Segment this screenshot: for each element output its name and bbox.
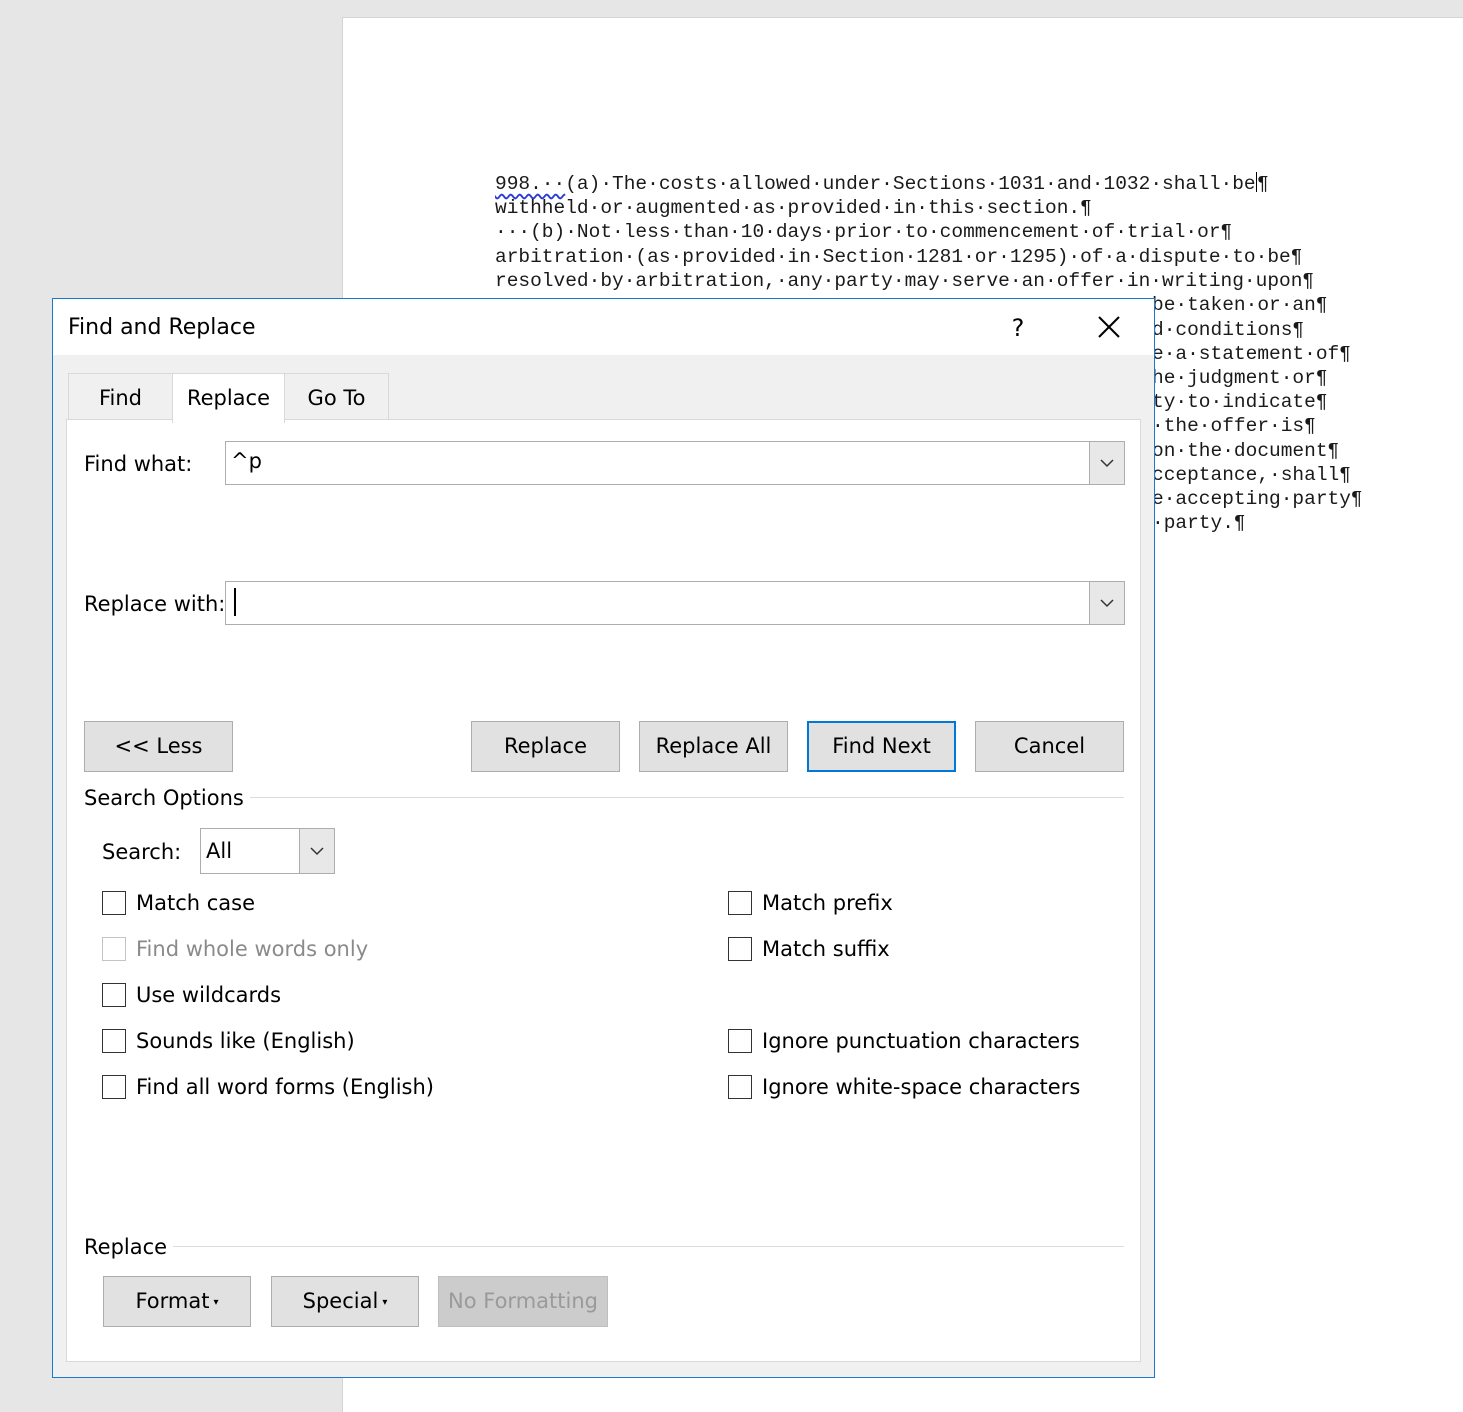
find-what-combobox[interactable]: ^p (225, 441, 1125, 485)
find-replace-dialog: Find and Replace ? Find Replace Go To Fi… (52, 298, 1155, 1378)
replace-with-label: Replace with: (84, 592, 226, 616)
ignore-whitespace-option[interactable]: Ignore white-space characters (728, 1072, 1080, 1102)
close-button[interactable] (1091, 309, 1127, 345)
doc-line-9[interactable]: he·judgment·or¶ (1152, 366, 1328, 390)
doc-line-1-squiggle: 998.·· (495, 173, 566, 195)
dialog-titlebar[interactable]: Find and Replace ? (53, 299, 1154, 355)
find-what-label: Find what: (84, 452, 193, 476)
doc-line-1[interactable]: 998.··(a)·The·costs·allowed·under·Sectio… (495, 172, 1269, 196)
chevron-down-icon (310, 847, 324, 856)
doc-line-1-tail: ¶ (1257, 173, 1269, 195)
chevron-down-icon (1100, 459, 1114, 468)
ignore-whitespace-checkbox[interactable] (728, 1075, 752, 1099)
sounds-like-label: Sounds like (English) (136, 1029, 355, 1053)
search-direction-value: All (206, 839, 233, 863)
wildcards-option[interactable]: Use wildcards (102, 980, 281, 1010)
no-formatting-button: No Formatting (438, 1276, 608, 1327)
special-button-label: Special (302, 1289, 379, 1313)
find-what-dropdown-button[interactable] (1089, 442, 1124, 484)
whole-words-option: Find whole words only (102, 934, 368, 964)
replace-section-divider (84, 1246, 1124, 1247)
format-button-label: Format (135, 1289, 210, 1313)
sounds-like-checkbox[interactable] (102, 1029, 126, 1053)
replace-panel: Find what: ^p Replace with: << Less Repl… (66, 419, 1141, 1362)
close-icon (1098, 316, 1120, 338)
replace-with-combobox[interactable] (225, 581, 1125, 625)
input-caret (234, 588, 236, 616)
doc-line-1-text: (a)·The·costs·allowed·under·Sections·103… (565, 173, 1256, 195)
doc-line-5[interactable]: resolved·by·arbitration,·any·party·may·s… (495, 269, 1314, 293)
replace-all-button[interactable]: Replace All (639, 721, 788, 772)
doc-line-8[interactable]: e·a·statement·of¶ (1152, 342, 1351, 366)
sounds-like-option[interactable]: Sounds like (English) (102, 1026, 355, 1056)
replace-section-label: Replace (84, 1235, 174, 1259)
doc-line-2[interactable]: withheld·or·augmented·as·provided·in·thi… (495, 196, 1092, 220)
ignore-punctuation-option[interactable]: Ignore punctuation characters (728, 1026, 1080, 1056)
wildcards-checkbox[interactable] (102, 983, 126, 1007)
find-what-value: ^p (231, 449, 262, 473)
chevron-down-icon (1100, 599, 1114, 608)
doc-line-7[interactable]: d·conditions¶ (1152, 318, 1304, 342)
find-next-button[interactable]: Find Next (807, 721, 956, 772)
wildcards-label: Use wildcards (136, 983, 282, 1007)
doc-line-15[interactable]: ·party.¶ (1152, 511, 1246, 535)
replace-with-dropdown-button[interactable] (1089, 582, 1124, 624)
match-prefix-option[interactable]: Match prefix (728, 888, 893, 918)
replace-button[interactable]: Replace (471, 721, 620, 772)
match-suffix-option[interactable]: Match suffix (728, 934, 890, 964)
doc-line-6[interactable]: be·taken·or·an¶ (1152, 293, 1328, 317)
whole-words-checkbox (102, 937, 126, 961)
word-forms-label: Find all word forms (English) (136, 1075, 434, 1099)
doc-line-13[interactable]: cceptance,·shall¶ (1152, 463, 1351, 487)
word-forms-checkbox[interactable] (102, 1075, 126, 1099)
match-case-label: Match case (136, 891, 256, 915)
doc-line-10[interactable]: ty·to·indicate¶ (1152, 390, 1328, 414)
doc-line-12[interactable]: on·the·document¶ (1152, 439, 1339, 463)
doc-line-4[interactable]: arbitration·(as·provided·in·Section·1281… (495, 245, 1302, 269)
dropdown-triangle-icon: ▾ (213, 1297, 219, 1308)
cancel-button[interactable]: Cancel (975, 721, 1124, 772)
whole-words-label: Find whole words only (136, 937, 369, 961)
format-button[interactable]: Format ▾ (103, 1276, 251, 1327)
match-case-option[interactable]: Match case (102, 888, 255, 918)
match-suffix-checkbox[interactable] (728, 937, 752, 961)
special-button[interactable]: Special ▾ (271, 1276, 419, 1327)
match-prefix-label: Match prefix (762, 891, 893, 915)
search-options-label: Search Options (84, 786, 250, 810)
search-label: Search: (102, 840, 182, 864)
doc-line-14[interactable]: e·accepting·party¶ (1152, 487, 1363, 511)
ignore-whitespace-label: Ignore white-space characters (762, 1075, 1081, 1099)
match-suffix-label: Match suffix (762, 937, 890, 961)
dropdown-triangle-icon: ▾ (382, 1297, 388, 1308)
match-case-checkbox[interactable] (102, 891, 126, 915)
doc-line-11[interactable]: ·the·offer·is¶ (1152, 414, 1316, 438)
tab-goto[interactable]: Go To (284, 373, 389, 421)
doc-line-3[interactable]: ···(b)·Not·less·than·10·days·prior·to·co… (495, 220, 1232, 244)
ignore-punctuation-label: Ignore punctuation characters (762, 1029, 1080, 1053)
help-button[interactable]: ? (1003, 311, 1033, 345)
ignore-punctuation-checkbox[interactable] (728, 1029, 752, 1053)
dialog-title: Find and Replace (68, 315, 256, 340)
less-button[interactable]: << Less (84, 721, 233, 772)
tab-find[interactable]: Find (68, 373, 173, 421)
search-direction-dropdown-button[interactable] (299, 829, 334, 873)
word-forms-option[interactable]: Find all word forms (English) (102, 1072, 434, 1102)
match-prefix-checkbox[interactable] (728, 891, 752, 915)
search-direction-select[interactable]: All (200, 828, 335, 874)
tab-replace[interactable]: Replace (172, 373, 285, 423)
